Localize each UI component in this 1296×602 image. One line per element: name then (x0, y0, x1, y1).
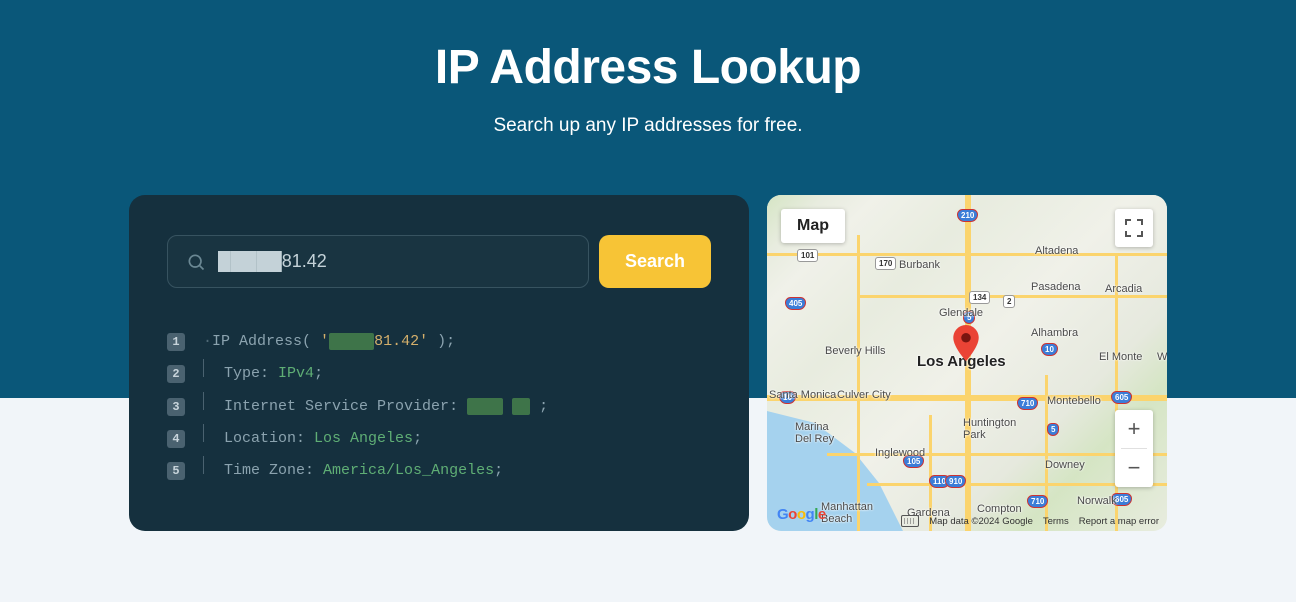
search-icon (186, 252, 206, 272)
map-terms-link[interactable]: Terms (1043, 516, 1069, 527)
shield-134: 134 (969, 291, 990, 304)
fullscreen-button[interactable] (1115, 209, 1153, 247)
zoom-in-button[interactable]: + (1115, 410, 1153, 448)
shield-2: 2 (1003, 295, 1015, 308)
line-number: 1 (167, 333, 185, 351)
city-arcadia: Arcadia (1105, 283, 1142, 295)
map-report-link[interactable]: Report a map error (1079, 516, 1159, 527)
city-glendale: Glendale (939, 307, 983, 319)
line-number: 2 (167, 365, 185, 383)
shield-i210: 210 (957, 209, 978, 222)
city-culver: Culver City (837, 389, 891, 401)
city-burbank: Burbank (899, 259, 940, 271)
zoom-out-button[interactable]: − (1115, 449, 1153, 487)
map-type-button[interactable]: Map (781, 209, 845, 243)
fullscreen-icon (1125, 219, 1143, 237)
search-button[interactable]: Search (599, 235, 711, 288)
city-huntington: Huntington Park (963, 417, 1016, 441)
code-line-location: 4 Location: Los Angeles; (167, 423, 711, 455)
lookup-panel: Search 1 ·IP Address( '█████81.42' ); 2 … (129, 195, 749, 531)
city-compton: Compton (977, 503, 1022, 515)
city-downey: Downey (1045, 459, 1085, 471)
city-west: We (1157, 351, 1167, 363)
city-beverly: Beverly Hills (825, 345, 886, 357)
city-pasadena: Pasadena (1031, 281, 1081, 293)
code-line-timezone: 5 Time Zone: America/Los_Angeles; (167, 455, 711, 487)
ip-search-input[interactable] (218, 251, 570, 272)
city-montebello: Montebello (1047, 395, 1101, 407)
map-footer: Map data ©2024 Google Terms Report a map… (901, 515, 1159, 527)
city-santamonica: Santa Monica (769, 389, 836, 401)
page-title: IP Address Lookup (0, 40, 1296, 95)
shield-i710: 710 (1017, 397, 1038, 410)
map-panel[interactable]: 210 101 170 134 405 5 2 10 10 710 605 5 … (767, 195, 1167, 531)
map-marker-icon (953, 325, 979, 361)
shield-101: 101 (797, 249, 818, 262)
code-line-ip: 1 ·IP Address( '█████81.42' ); (167, 326, 711, 358)
city-altadena: Altadena (1035, 245, 1078, 257)
map-attribution: Map data ©2024 Google (929, 516, 1033, 527)
shield-i710b: 710 (1027, 495, 1048, 508)
city-norwalk: Norwalk (1077, 495, 1117, 507)
line-number: 3 (167, 398, 185, 416)
city-inglewood: Inglewood (875, 447, 925, 459)
search-box[interactable] (167, 235, 589, 288)
keyboard-icon[interactable] (901, 515, 919, 527)
city-manhattan: Manhattan Beach (821, 501, 873, 525)
code-line-isp: 3 Internet Service Provider: ████ ██ ; (167, 391, 711, 423)
google-logo: Google (777, 506, 826, 523)
city-alhambra: Alhambra (1031, 327, 1078, 339)
page-subtitle: Search up any IP addresses for free. (0, 115, 1296, 137)
shield-i910: 910 (945, 475, 966, 488)
result-code-block: 1 ·IP Address( '█████81.42' ); 2 Type: I… (167, 326, 711, 487)
city-marina: Marina Del Rey (795, 421, 834, 445)
city-elmonte: El Monte (1099, 351, 1142, 363)
shield-i10: 10 (1041, 343, 1058, 356)
shield-i405: 405 (785, 297, 806, 310)
line-number: 5 (167, 462, 185, 480)
shield-170: 170 (875, 257, 896, 270)
zoom-controls: + − (1115, 410, 1153, 487)
line-number: 4 (167, 430, 185, 448)
code-line-type: 2 Type: IPv4; (167, 358, 711, 390)
shield-i605: 605 (1111, 391, 1132, 404)
